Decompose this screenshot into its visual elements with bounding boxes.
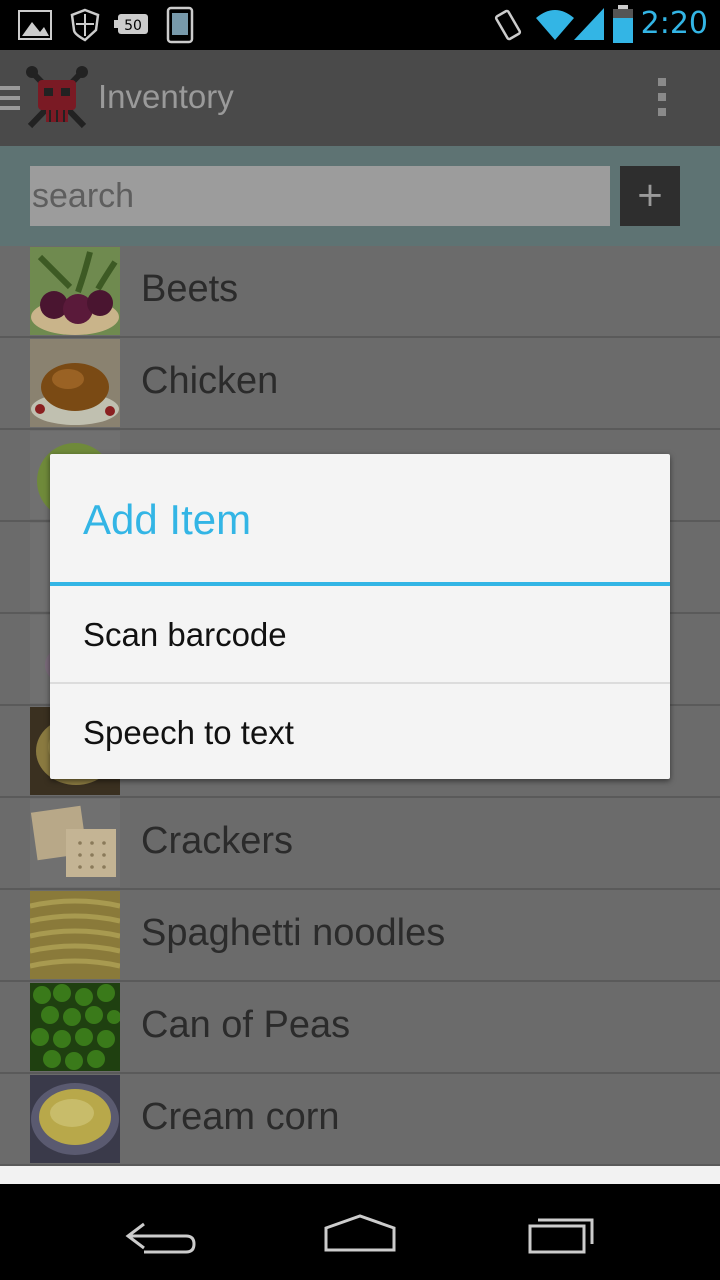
status-bar: 50 2:20	[0, 0, 720, 50]
item-label: Crackers	[141, 820, 294, 862]
vibrate-icon	[494, 9, 522, 41]
item-label: Cream corn	[141, 1096, 340, 1138]
chicken-thumbnail	[30, 339, 120, 427]
dialog-title: Add Item	[83, 496, 252, 543]
page-title: Inventory	[98, 78, 234, 115]
crackers-thumbnail	[30, 799, 120, 887]
peas-thumbnail	[30, 983, 120, 1071]
battery-icon	[613, 5, 633, 43]
add-item-button[interactable]: +	[620, 166, 680, 226]
list-item[interactable]: Crackers	[0, 798, 720, 890]
app-logo[interactable]	[24, 66, 90, 130]
clock: 2:20	[640, 6, 708, 41]
svg-text:50: 50	[124, 18, 142, 34]
list-item[interactable]: Chicken	[0, 338, 720, 430]
add-item-dialog: Add Item Scan barcode Speech to text	[50, 454, 670, 779]
spaghetti-thumbnail	[30, 891, 120, 979]
scan-barcode-option[interactable]: Scan barcode	[50, 586, 670, 682]
scan-barcode-label: Scan barcode	[83, 616, 287, 653]
overflow-menu-icon[interactable]	[658, 78, 670, 123]
beets-thumbnail	[30, 247, 120, 335]
shield-icon	[70, 8, 100, 42]
item-label: Beets	[141, 268, 239, 310]
item-label: Chicken	[141, 360, 279, 402]
recent-apps-icon[interactable]	[526, 1214, 598, 1254]
list-item[interactable]: Beets	[0, 246, 720, 338]
list-item[interactable]: Cream corn	[0, 1074, 720, 1166]
phone-icon	[166, 6, 194, 44]
item-label: Can of Peas	[141, 1004, 351, 1046]
search-input[interactable]: search	[30, 166, 610, 226]
item-label: Spaghetti noodles	[141, 912, 446, 954]
navigation-bar	[0, 1184, 720, 1280]
list-item[interactable]: Can of Peas	[0, 982, 720, 1074]
list-item[interactable]: Spaghetti noodles	[0, 890, 720, 982]
corn-thumbnail	[30, 1075, 120, 1163]
signal-icon	[574, 8, 604, 40]
wifi-icon	[536, 10, 574, 40]
speech-to-text-option[interactable]: Speech to text	[50, 684, 670, 780]
action-bar: Inventory	[0, 50, 720, 146]
drawer-icon[interactable]	[0, 86, 20, 116]
battery-50-icon: 50	[114, 14, 148, 34]
image-icon	[18, 10, 52, 40]
speech-to-text-label: Speech to text	[83, 714, 294, 751]
back-icon[interactable]	[124, 1218, 196, 1254]
search-bar: search +	[0, 146, 720, 246]
home-icon[interactable]	[322, 1214, 398, 1254]
